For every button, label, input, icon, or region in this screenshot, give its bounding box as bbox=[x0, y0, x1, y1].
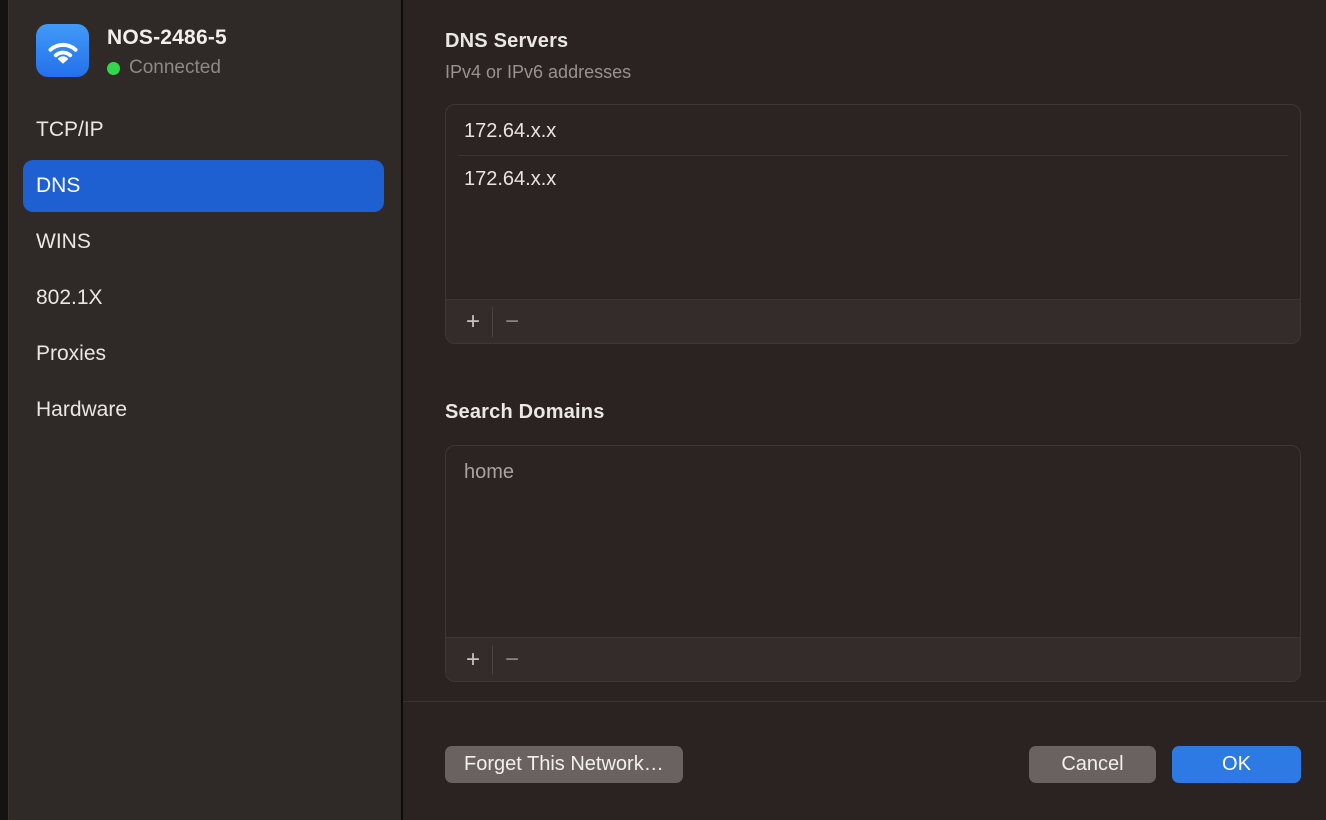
search-domains-title: Search Domains bbox=[445, 401, 1301, 424]
sidebar-item-label: Proxies bbox=[36, 342, 106, 366]
plus-icon: + bbox=[466, 648, 480, 672]
sidebar-item[interactable]: Hardware bbox=[23, 384, 384, 436]
dns-server-row[interactable]: 172.64.x.x bbox=[458, 107, 1288, 155]
minus-icon: − bbox=[505, 648, 519, 672]
network-header: NOS-2486-5 Connected bbox=[23, 24, 401, 79]
sidebar-item-label: TCP/IP bbox=[36, 118, 104, 142]
dns-server-value: 172.64.x.x bbox=[464, 168, 556, 191]
dns-servers-title: DNS Servers bbox=[445, 30, 1301, 53]
connected-dot-icon bbox=[107, 62, 120, 75]
main-pane: DNS Servers IPv4 or IPv6 addresses 172.6… bbox=[403, 0, 1326, 820]
sidebar-item[interactable]: TCP/IP bbox=[23, 104, 384, 156]
dns-servers-rows: 172.64.x.x 172.64.x.x bbox=[446, 105, 1300, 299]
add-dns-server-button[interactable]: + bbox=[454, 307, 492, 337]
network-meta: NOS-2486-5 Connected bbox=[107, 24, 227, 79]
sidebar-item[interactable]: 802.1X bbox=[23, 272, 384, 324]
dns-servers-listbox: 172.64.x.x 172.64.x.x + − bbox=[445, 104, 1301, 344]
window-edge-strip bbox=[0, 0, 9, 820]
network-status: Connected bbox=[107, 57, 227, 79]
dns-server-row[interactable]: 172.64.x.x bbox=[458, 155, 1288, 203]
minus-icon: − bbox=[505, 310, 519, 334]
network-name: NOS-2486-5 bbox=[107, 26, 227, 50]
sidebar-item-label: 802.1X bbox=[36, 286, 103, 310]
sidebar: NOS-2486-5 Connected TCP/IP DNS WINS bbox=[9, 0, 401, 820]
sidebar-nav: TCP/IP DNS WINS 802.1X Proxies bbox=[23, 104, 401, 436]
network-details-window: NOS-2486-5 Connected TCP/IP DNS WINS bbox=[0, 0, 1326, 820]
action-bar-divider bbox=[403, 701, 1326, 702]
search-domain-row[interactable]: home bbox=[458, 448, 1288, 496]
search-domains-listbox: home + − bbox=[445, 445, 1301, 682]
wifi-icon bbox=[36, 24, 89, 77]
sidebar-item[interactable]: DNS bbox=[23, 160, 384, 212]
ok-button[interactable]: OK bbox=[1172, 746, 1301, 783]
search-domain-value: home bbox=[464, 461, 514, 484]
sidebar-item-label: WINS bbox=[36, 230, 91, 254]
dns-servers-subtitle: IPv4 or IPv6 addresses bbox=[445, 62, 1301, 83]
sidebar-item[interactable]: WINS bbox=[23, 216, 384, 268]
cancel-button[interactable]: Cancel bbox=[1029, 746, 1156, 783]
sidebar-item-label: DNS bbox=[36, 174, 80, 198]
dns-servers-footer: + − bbox=[446, 299, 1300, 343]
search-domains-rows: home bbox=[446, 446, 1300, 637]
remove-dns-server-button[interactable]: − bbox=[493, 307, 531, 337]
action-bar: Forget This Network… Cancel OK bbox=[445, 746, 1301, 783]
forget-network-button[interactable]: Forget This Network… bbox=[445, 746, 683, 783]
connected-label: Connected bbox=[129, 57, 221, 79]
remove-search-domain-button[interactable]: − bbox=[493, 645, 531, 675]
plus-icon: + bbox=[466, 310, 480, 334]
add-search-domain-button[interactable]: + bbox=[454, 645, 492, 675]
dns-server-value: 172.64.x.x bbox=[464, 120, 556, 143]
search-domains-footer: + − bbox=[446, 637, 1300, 681]
sidebar-item[interactable]: Proxies bbox=[23, 328, 384, 380]
sidebar-item-label: Hardware bbox=[36, 398, 127, 422]
